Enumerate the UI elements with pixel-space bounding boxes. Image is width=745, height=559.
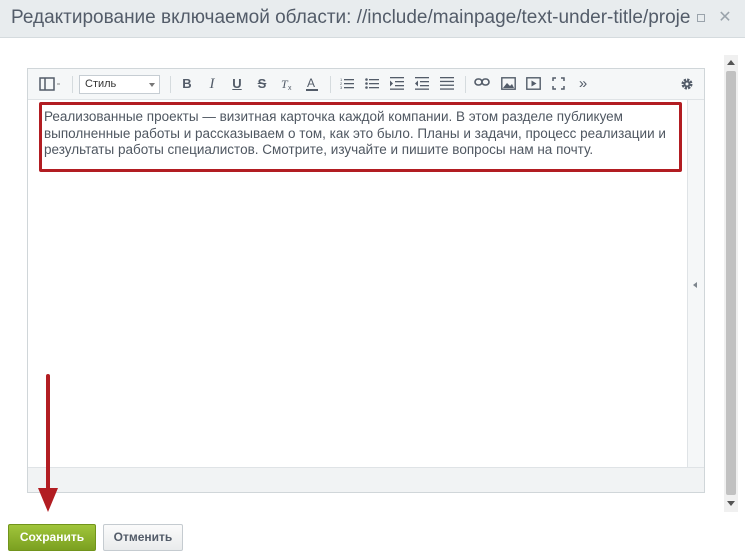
style-select-value: Стиль [85, 78, 117, 90]
close-icon[interactable]: ✕ [716, 9, 734, 27]
video-icon[interactable] [523, 73, 543, 95]
editor-toolbar: Стиль B I U S Tx A 123 » [28, 69, 704, 100]
editor-content-area[interactable]: Реализованные проекты — визитная карточк… [28, 100, 687, 467]
scrollbar-thumb[interactable] [726, 71, 736, 495]
save-button[interactable]: Сохранить [8, 524, 96, 551]
svg-text:A: A [307, 77, 315, 90]
bold-button[interactable]: B [178, 73, 196, 95]
fullscreen-icon[interactable] [548, 73, 568, 95]
gear-icon[interactable] [677, 73, 697, 95]
align-justify-icon[interactable] [438, 73, 456, 95]
underline-button[interactable]: U [228, 73, 246, 95]
bullet-list-icon[interactable] [363, 73, 381, 95]
ordered-list-icon[interactable]: 123 [338, 73, 356, 95]
strikethrough-button[interactable]: S [253, 73, 271, 95]
dialog-titlebar: Редактирование включаемой области: //inc… [0, 0, 745, 38]
cancel-button[interactable]: Отменить [103, 524, 183, 551]
toolbar-separator [170, 76, 171, 93]
annotation-arrow-icon [38, 374, 58, 512]
svg-text:3: 3 [340, 85, 343, 90]
dialog-scrollbar[interactable] [724, 55, 738, 512]
image-icon[interactable] [498, 73, 518, 95]
chevron-down-icon [149, 83, 155, 87]
view-mode-icon[interactable] [36, 73, 64, 95]
editor-footer [28, 467, 704, 492]
chevron-left-icon [693, 282, 697, 288]
html-editor: Стиль B I U S Tx A 123 » Реализованные п… [27, 68, 705, 493]
annotation-highlight-box [39, 102, 682, 172]
link-icon[interactable] [472, 73, 492, 95]
outdent-icon[interactable] [413, 73, 431, 95]
italic-button[interactable]: I [203, 73, 221, 95]
svg-text:x: x [288, 85, 292, 91]
style-select[interactable]: Стиль [79, 75, 160, 94]
toolbar-separator [330, 76, 331, 93]
toolbar-separator [465, 76, 466, 93]
indent-icon[interactable] [388, 73, 406, 95]
remove-format-icon[interactable]: Tx [278, 73, 296, 95]
scroll-down-icon[interactable] [727, 501, 735, 506]
dialog-title: Редактирование включаемой области: //inc… [11, 7, 691, 28]
minimize-icon[interactable] [692, 9, 710, 27]
font-color-icon[interactable]: A [303, 73, 321, 95]
toolbar-separator [72, 76, 73, 93]
scroll-up-icon[interactable] [727, 60, 735, 65]
side-panel-toggle[interactable] [687, 100, 704, 467]
more-button[interactable]: » [574, 73, 592, 95]
